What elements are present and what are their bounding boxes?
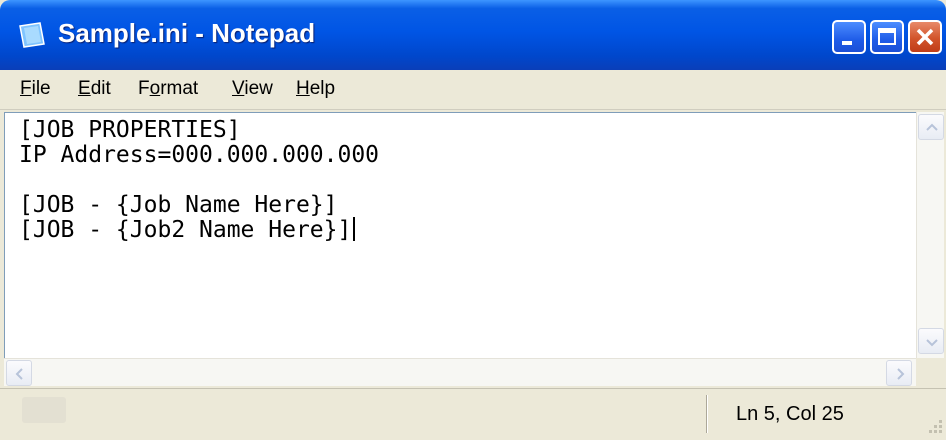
editor-line-2: IP Address=000.000.000.000 <box>19 142 380 168</box>
menu-format[interactable]: Format <box>138 78 198 100</box>
minimize-icon <box>842 41 852 45</box>
menu-format-label: rmat <box>160 78 199 99</box>
editor-line-5: [JOB - {Job2 Name Here}] <box>19 217 352 243</box>
notepad-icon <box>19 22 45 48</box>
editor-line-1: [JOB PROPERTIES] <box>19 117 241 143</box>
window-title: Sample.ini - Notepad <box>58 18 316 48</box>
vertical-scrollbar[interactable] <box>916 112 944 358</box>
status-panel <box>22 397 66 423</box>
scroll-up-button[interactable] <box>918 114 944 140</box>
chevron-left-icon <box>15 368 23 380</box>
scroll-right-button[interactable] <box>886 360 912 386</box>
menu-help[interactable]: Help <box>296 78 335 100</box>
text-editor[interactable]: [JOB PROPERTIES] IP Address=000.000.000.… <box>4 112 916 358</box>
menu-file[interactable]: File <box>20 78 51 100</box>
menu-view-mnemonic: V <box>232 78 245 99</box>
text-caret <box>353 217 356 241</box>
menu-view-label: iew <box>244 78 273 99</box>
menu-edit-mnemonic: E <box>78 78 91 99</box>
close-button[interactable] <box>908 20 942 54</box>
cursor-position: Ln 5, Col 25 <box>736 403 844 425</box>
status-divider <box>706 395 708 433</box>
scroll-left-button[interactable] <box>6 360 32 386</box>
minimize-button[interactable] <box>832 20 866 54</box>
scrollbar-corner <box>916 358 944 386</box>
menu-file-label: ile <box>31 78 51 99</box>
maximize-icon <box>878 28 896 45</box>
editor-line-5-row: [JOB - {Job2 Name Here}] <box>19 216 356 244</box>
close-icon <box>916 28 934 46</box>
chevron-right-icon <box>897 368 905 380</box>
status-bar: Ln 5, Col 25 <box>0 388 946 440</box>
menu-format-prefix: F <box>138 78 150 99</box>
menu-view[interactable]: View <box>232 78 273 100</box>
menu-help-label: elp <box>309 78 336 99</box>
resize-grip-icon[interactable] <box>924 415 944 435</box>
horizontal-scrollbar[interactable] <box>4 358 916 386</box>
menu-help-mnemonic: H <box>296 78 310 99</box>
menu-format-mnemonic: o <box>149 78 161 99</box>
chevron-up-icon <box>926 123 938 131</box>
menu-edit[interactable]: Edit <box>78 78 111 100</box>
chevron-down-icon <box>926 339 938 347</box>
title-bar[interactable]: Sample.ini - Notepad <box>0 0 946 70</box>
editor-line-4: [JOB - {Job Name Here}] <box>19 192 338 218</box>
notepad-window: Sample.ini - Notepad File Edit Format Vi… <box>0 0 946 440</box>
scroll-down-button[interactable] <box>918 328 944 354</box>
menu-edit-label: dit <box>90 78 111 99</box>
maximize-button[interactable] <box>870 20 904 54</box>
menu-file-mnemonic: F <box>20 78 32 99</box>
menu-bar: File Edit Format View Help <box>0 70 946 110</box>
